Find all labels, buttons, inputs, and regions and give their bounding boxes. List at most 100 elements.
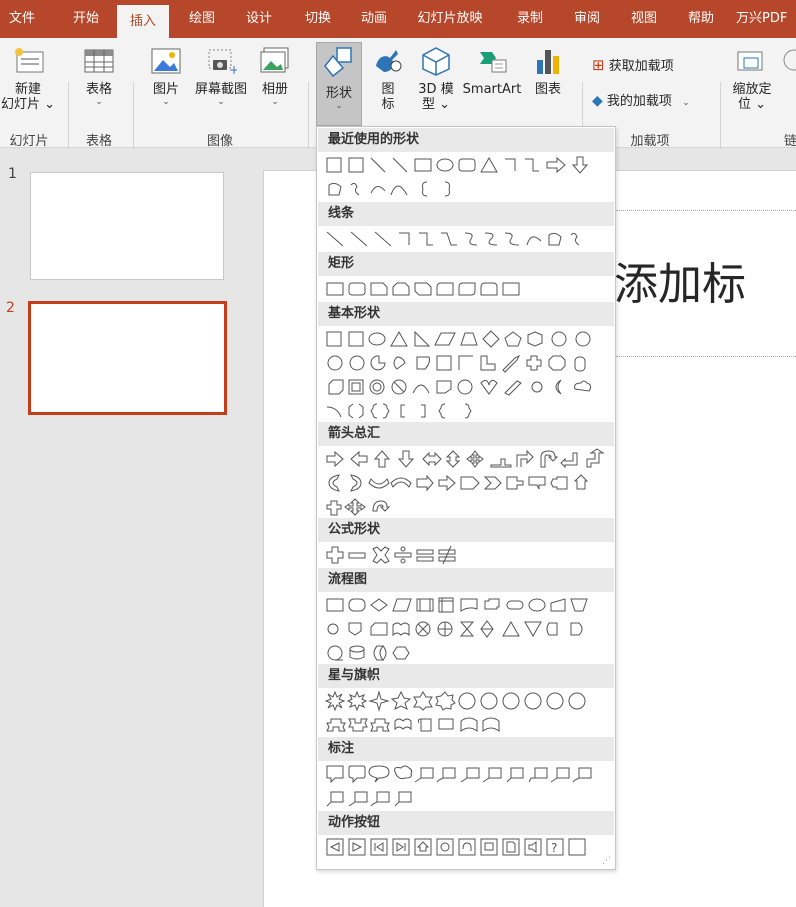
recent-shapes-icon	[328, 181, 450, 197]
picture-button[interactable]: 图片 ⌄	[144, 46, 188, 107]
cube-icon	[422, 47, 450, 76]
title-placeholder-border	[616, 356, 796, 357]
tab-animations[interactable]: 动画	[350, 0, 398, 38]
get-addins-button[interactable]: ⊞ 获取加载项	[592, 58, 712, 75]
chart-button[interactable]: 图表	[526, 46, 570, 97]
gallery-section-flowchart: 流程图	[318, 568, 614, 592]
picture-icon	[151, 48, 181, 74]
flowchart-shapes-icon	[327, 620, 583, 638]
shapes-button[interactable]: 形状 ⌄	[316, 42, 362, 126]
chevron-down-icon: ⌄	[162, 97, 170, 107]
shape-row[interactable]: ?	[325, 835, 611, 859]
title-placeholder-border	[616, 210, 796, 211]
icons-button[interactable]: 图 标	[366, 46, 410, 112]
tab-file[interactable]: 文件	[0, 0, 44, 38]
basic-shapes-icon	[326, 403, 472, 419]
gallery-section-callouts: 标注	[318, 737, 614, 761]
zoom-label-2: 位 ⌄	[737, 97, 767, 112]
group-label-tables: 表格	[85, 134, 112, 149]
shape-row[interactable]	[325, 471, 611, 495]
basic-shapes-icon	[327, 354, 586, 373]
new-slide-label-2: 幻灯片 ⌄	[0, 97, 56, 112]
3d-models-label-1: 3D 模	[418, 82, 454, 97]
chevron-down-icon: ⌄	[217, 97, 225, 107]
zoom-label-1: 缩放定	[732, 82, 772, 97]
screenshot-label: 屏幕截图	[194, 82, 247, 97]
shape-row[interactable]	[325, 762, 611, 786]
shape-row[interactable]	[325, 227, 611, 251]
chevron-down-icon: ⌄	[95, 97, 103, 107]
gallery-section-lines: 线条	[318, 202, 614, 226]
tab-wondershare-pdf[interactable]: 万兴PDF	[736, 0, 796, 38]
tab-review[interactable]: 审阅	[563, 0, 611, 38]
gallery-section-rectangles: 矩形	[318, 252, 614, 276]
shape-row[interactable]	[325, 351, 611, 375]
slide-title-placeholder[interactable]: 添加标	[614, 248, 746, 312]
shape-row[interactable]	[325, 593, 611, 617]
new-slide-button[interactable]: 新建 幻灯片 ⌄	[0, 46, 56, 112]
callout-shapes-icon	[326, 765, 592, 784]
table-button[interactable]: 表格 ⌄	[72, 46, 126, 107]
globe-icon	[783, 49, 796, 71]
my-addins-label: 我的加载项	[606, 94, 672, 109]
shape-row[interactable]	[325, 689, 611, 713]
3d-models-button[interactable]: 3D 模 型 ⌄	[412, 46, 460, 112]
shape-row[interactable]	[325, 327, 611, 351]
photo-album-icon	[260, 47, 289, 73]
shape-row[interactable]	[325, 617, 611, 641]
gallery-section-recent: 最近使用的形状	[318, 128, 614, 152]
gallery-section-basic-shapes: 基本形状	[318, 302, 614, 326]
rectangle-shapes-icon	[326, 282, 520, 296]
tab-design[interactable]: 设计	[235, 0, 283, 38]
shape-row[interactable]	[325, 153, 611, 177]
slide-thumbnail-1[interactable]	[30, 172, 224, 280]
shapes-label: 形状	[325, 86, 352, 101]
tab-transitions[interactable]: 切换	[294, 0, 342, 38]
recent-shapes-icon	[326, 156, 589, 174]
tab-record[interactable]: 录制	[506, 0, 554, 38]
gallery-section-block-arrows: 箭头总汇	[318, 422, 614, 446]
tab-insert[interactable]: 插入	[117, 5, 169, 38]
shape-row[interactable]	[325, 177, 611, 201]
tab-draw[interactable]: 绘图	[178, 0, 226, 38]
flowchart-shapes-icon	[326, 597, 588, 613]
shape-row[interactable]	[325, 495, 611, 519]
slide-thumbnail-2[interactable]	[28, 301, 227, 415]
basic-shapes-icon	[328, 379, 592, 396]
shape-row[interactable]	[325, 641, 611, 665]
new-slide-label-1: 新建	[14, 82, 41, 97]
tab-home[interactable]: 开始	[62, 0, 110, 38]
icons-label-1: 图	[381, 82, 395, 97]
zoom-button[interactable]: 缩放定 位 ⌄	[726, 46, 778, 112]
arrow-shapes-icon	[326, 448, 605, 469]
callout-shapes-icon	[326, 791, 412, 807]
tab-view[interactable]: 视图	[620, 0, 668, 38]
chart-label: 图表	[534, 82, 561, 97]
shape-row[interactable]	[325, 277, 611, 301]
gallery-section-stars-banners: 星与旗帜	[318, 664, 614, 688]
shape-row[interactable]	[325, 375, 611, 399]
get-addins-label: 获取加载项	[608, 59, 674, 74]
icons-icon	[376, 50, 402, 72]
addins-cube-icon: ◆	[592, 93, 603, 109]
shape-row[interactable]	[325, 399, 611, 423]
my-addins-button[interactable]: ◆ 我的加载项 ⌄	[592, 94, 712, 111]
gallery-section-action-buttons: 动作按钮	[318, 811, 614, 835]
icons-label-2: 标	[381, 97, 395, 112]
group-label-links: 链	[784, 134, 796, 149]
shape-row[interactable]	[325, 447, 611, 471]
table-label: 表格	[85, 82, 112, 97]
shape-row[interactable]	[325, 713, 611, 737]
resize-grip-icon[interactable]: ⋰	[602, 856, 611, 866]
tab-help[interactable]: 帮助	[677, 0, 725, 38]
screenshot-button[interactable]: + 屏幕截图 ⌄	[189, 46, 253, 107]
smartart-button[interactable]: SmartArt	[460, 46, 524, 97]
line-shapes-icon	[326, 231, 580, 247]
shape-row[interactable]	[325, 786, 611, 810]
shapes-gallery-dropdown: 最近使用的形状 线条 矩形 基本形状 箭头总汇 公式形状 流程图 星与旗帜 标注…	[316, 126, 616, 870]
links-button[interactable]	[780, 48, 796, 80]
bar-chart-icon	[537, 50, 559, 74]
shape-row[interactable]	[325, 543, 611, 567]
tab-slideshow[interactable]: 幻灯片放映	[405, 0, 495, 38]
photo-album-button[interactable]: 相册 ⌄	[254, 46, 296, 107]
